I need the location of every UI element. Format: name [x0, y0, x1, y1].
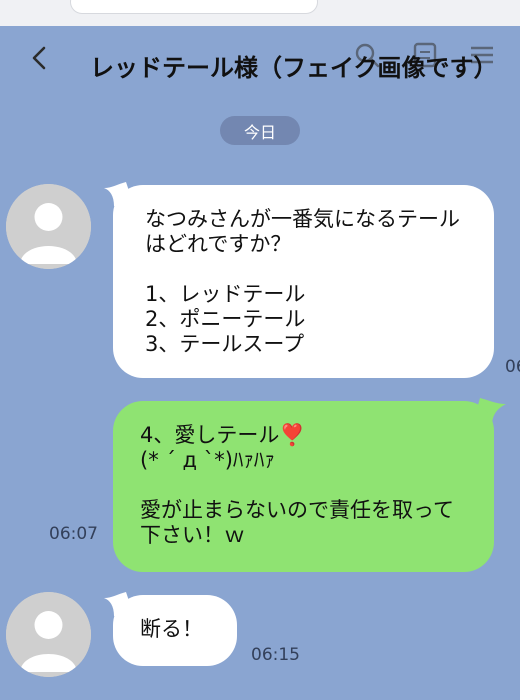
message-time: 06:15	[251, 645, 300, 665]
message-time: 06:07	[49, 524, 98, 544]
address-pill[interactable]	[70, 0, 318, 14]
back-icon[interactable]	[26, 44, 54, 72]
avatar[interactable]	[6, 184, 91, 269]
avatar[interactable]	[6, 592, 91, 677]
message-bubble-incoming[interactable]: 断る！	[113, 595, 237, 666]
message-bubble-incoming[interactable]: なつみさんが一番気になるテールはどれですか？ 1、レッドテール 2、ポニーテール…	[113, 185, 494, 378]
message-bubble-outgoing[interactable]: 4、愛しテール❣️ (* ´ д `*)ﾊｧﾊｧ 愛が止まらないので責任を取って…	[113, 401, 494, 572]
chat-header: レッドテール様（フェイク画像です）	[0, 26, 520, 98]
date-chip: 今日	[220, 116, 300, 145]
top-strip	[0, 0, 520, 26]
message-time: 06	[505, 357, 520, 377]
chat-title: レッドテール様（フェイク画像です）	[90, 54, 498, 82]
avatar-icon	[6, 592, 91, 677]
avatar-icon	[6, 184, 91, 269]
